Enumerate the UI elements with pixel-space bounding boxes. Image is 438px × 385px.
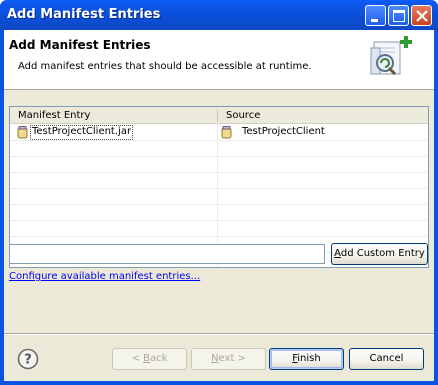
help-icon[interactable]: ? <box>17 348 39 370</box>
source-cell[interactable]: TestProjectClient <box>242 126 325 137</box>
manifest-wizard-icon <box>370 36 412 76</box>
page-description: Add manifest entries that should be acce… <box>18 61 312 72</box>
row-divider <box>10 172 428 173</box>
dialog-body: Add Manifest Entries Add manifest entrie… <box>4 30 434 381</box>
svg-text:?: ? <box>24 353 32 368</box>
column-header-source[interactable]: Source <box>226 110 260 121</box>
maximize-icon <box>393 10 405 22</box>
table-header: Manifest Entry Source <box>10 107 428 124</box>
row-divider <box>10 188 428 189</box>
separator <box>4 333 434 335</box>
back-button[interactable]: < Back <box>112 348 187 370</box>
button-label: inish <box>297 353 321 364</box>
row-divider <box>10 236 428 237</box>
finish-button[interactable]: Finish <box>269 348 344 370</box>
next-button[interactable]: Next > <box>191 348 266 370</box>
jar-icon <box>17 126 28 139</box>
column-divider[interactable] <box>217 109 218 122</box>
maximize-button[interactable] <box>388 5 409 26</box>
configure-manifest-entries-link[interactable]: Configure available manifest entries... <box>9 271 200 282</box>
jar-icon <box>221 126 232 139</box>
page-title: Add Manifest Entries <box>9 38 151 52</box>
row-divider <box>10 156 428 157</box>
mnemonic-a: A <box>334 248 341 259</box>
row-divider <box>10 140 428 141</box>
minimize-icon <box>371 19 378 22</box>
minimize-button[interactable] <box>365 5 386 26</box>
custom-entry-field[interactable] <box>9 244 325 264</box>
manifest-entry-cell[interactable]: TestProjectClient.jar <box>32 126 131 137</box>
wizard-header: Add Manifest Entries Add manifest entrie… <box>4 30 434 90</box>
row-divider <box>10 204 428 205</box>
add-custom-entry-button[interactable]: Add Custom Entry <box>331 243 428 265</box>
mnemonic-b: B <box>143 353 150 364</box>
dialog-window: Add Manifest Entries Add Manifest Entrie… <box>0 0 438 385</box>
close-icon <box>416 10 428 22</box>
button-label: dd Custom Entry <box>340 248 425 259</box>
button-label: ack <box>150 353 168 364</box>
row-divider <box>10 220 428 221</box>
button-label: < <box>131 353 144 364</box>
close-button[interactable] <box>411 5 432 26</box>
button-label: ext > <box>218 353 246 364</box>
column-header-manifest-entry[interactable]: Manifest Entry <box>18 110 90 121</box>
cancel-button[interactable]: Cancel <box>349 348 424 370</box>
mnemonic-n: N <box>211 353 219 364</box>
title-bar[interactable]: Add Manifest Entries <box>0 0 438 30</box>
window-title: Add Manifest Entries <box>7 7 161 22</box>
